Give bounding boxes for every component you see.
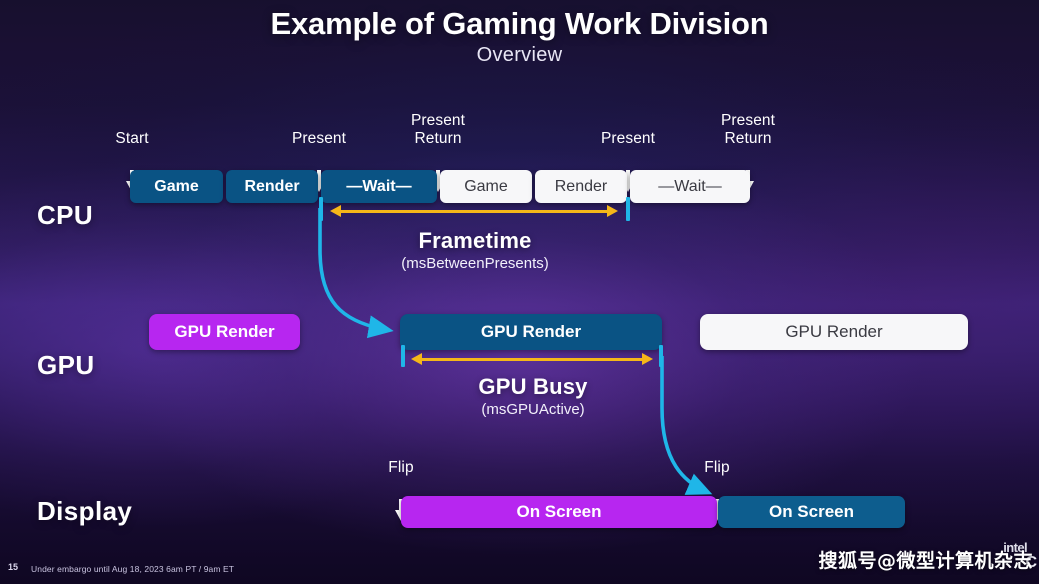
measure-bar	[420, 357, 644, 361]
gpu-busy-annotation: GPU Busy (msGPUActive)	[388, 374, 678, 418]
frametime-annotation: Frametime (msBetweenPresents)	[330, 228, 620, 272]
display-marker-flip-2-label: Flip	[704, 459, 730, 476]
display-block-onscreen-1-label: On Screen	[516, 502, 602, 521]
page-title: Example of Gaming Work Division	[270, 6, 769, 41]
display-marker-flip-1-label: Flip	[388, 459, 414, 476]
gpu-busy-title: GPU Busy	[478, 374, 588, 399]
cpu-marker-present-return-2-label: Present Return	[720, 112, 776, 147]
cpu-block-game-2-label: Game	[464, 177, 508, 195]
gpu-block-render-2[interactable]: GPU Render	[400, 314, 662, 350]
row-label-display: Display	[37, 496, 133, 526]
cpu-block-wait-2[interactable]: —Wait—	[630, 170, 750, 203]
gpu-block-render-1-label: GPU Render	[174, 322, 275, 341]
gpu-block-render-1[interactable]: GPU Render	[149, 314, 300, 350]
cpu-block-wait-1-label: —Wait—	[346, 177, 412, 195]
cpu-block-wait-1[interactable]: —Wait—	[321, 170, 437, 203]
cpu-marker-present-1-label: Present	[291, 130, 347, 147]
frametime-tick-left	[319, 197, 323, 221]
cpu-block-wait-2-label: —Wait—	[658, 177, 722, 195]
slide-canvas: Example of Gaming Work Division Overview…	[0, 0, 1039, 584]
gpu-busy-metric: (msGPUActive)	[481, 401, 585, 418]
cpu-block-game-1[interactable]: Game	[130, 170, 223, 203]
cpu-block-game-2[interactable]: Game	[440, 170, 532, 203]
cpu-block-game-1-label: Game	[154, 177, 199, 195]
frametime-tick-right	[626, 197, 630, 221]
frametime-title: Frametime	[418, 228, 532, 253]
frametime-metric: (msBetweenPresents)	[401, 255, 549, 272]
cpu-block-render-2-label: Render	[554, 177, 608, 195]
cpu-block-render-2[interactable]: Render	[535, 170, 627, 203]
row-label-gpu: GPU	[37, 350, 95, 380]
display-block-onscreen-2-label: On Screen	[768, 502, 855, 521]
measure-bar	[339, 209, 609, 213]
page-subtitle: Overview	[476, 44, 563, 66]
gpu-block-render-3[interactable]: GPU Render	[700, 314, 968, 350]
gpu-busy-measure-arrow	[411, 352, 653, 366]
embargo-notice: Under embargo until Aug 18, 2023 6am PT …	[31, 564, 235, 574]
cpu-marker-start-label: Start	[115, 130, 149, 147]
arrow-head-right-icon	[607, 204, 618, 217]
gpu-busy-tick-left	[401, 345, 405, 367]
gpu-block-render-3-label: GPU Render	[785, 322, 883, 341]
display-block-onscreen-2[interactable]: On Screen	[718, 496, 905, 528]
frametime-measure-arrow	[330, 204, 618, 218]
slide-page-number: 15	[8, 562, 19, 572]
gpu-busy-tick-right	[659, 345, 663, 367]
gpu-block-render-2-label: GPU Render	[480, 322, 582, 341]
cpu-block-render-1-label: Render	[244, 177, 300, 195]
cpu-marker-present-2-label: Present	[600, 130, 656, 147]
cpu-marker-present-return-1-label: Present Return	[410, 112, 466, 147]
cpu-block-render-1[interactable]: Render	[226, 170, 318, 203]
arrow-head-right-icon	[642, 352, 653, 365]
display-block-onscreen-1[interactable]: On Screen	[401, 496, 717, 528]
watermark-text: 搜狐号@微型计算机杂志	[818, 550, 1033, 572]
